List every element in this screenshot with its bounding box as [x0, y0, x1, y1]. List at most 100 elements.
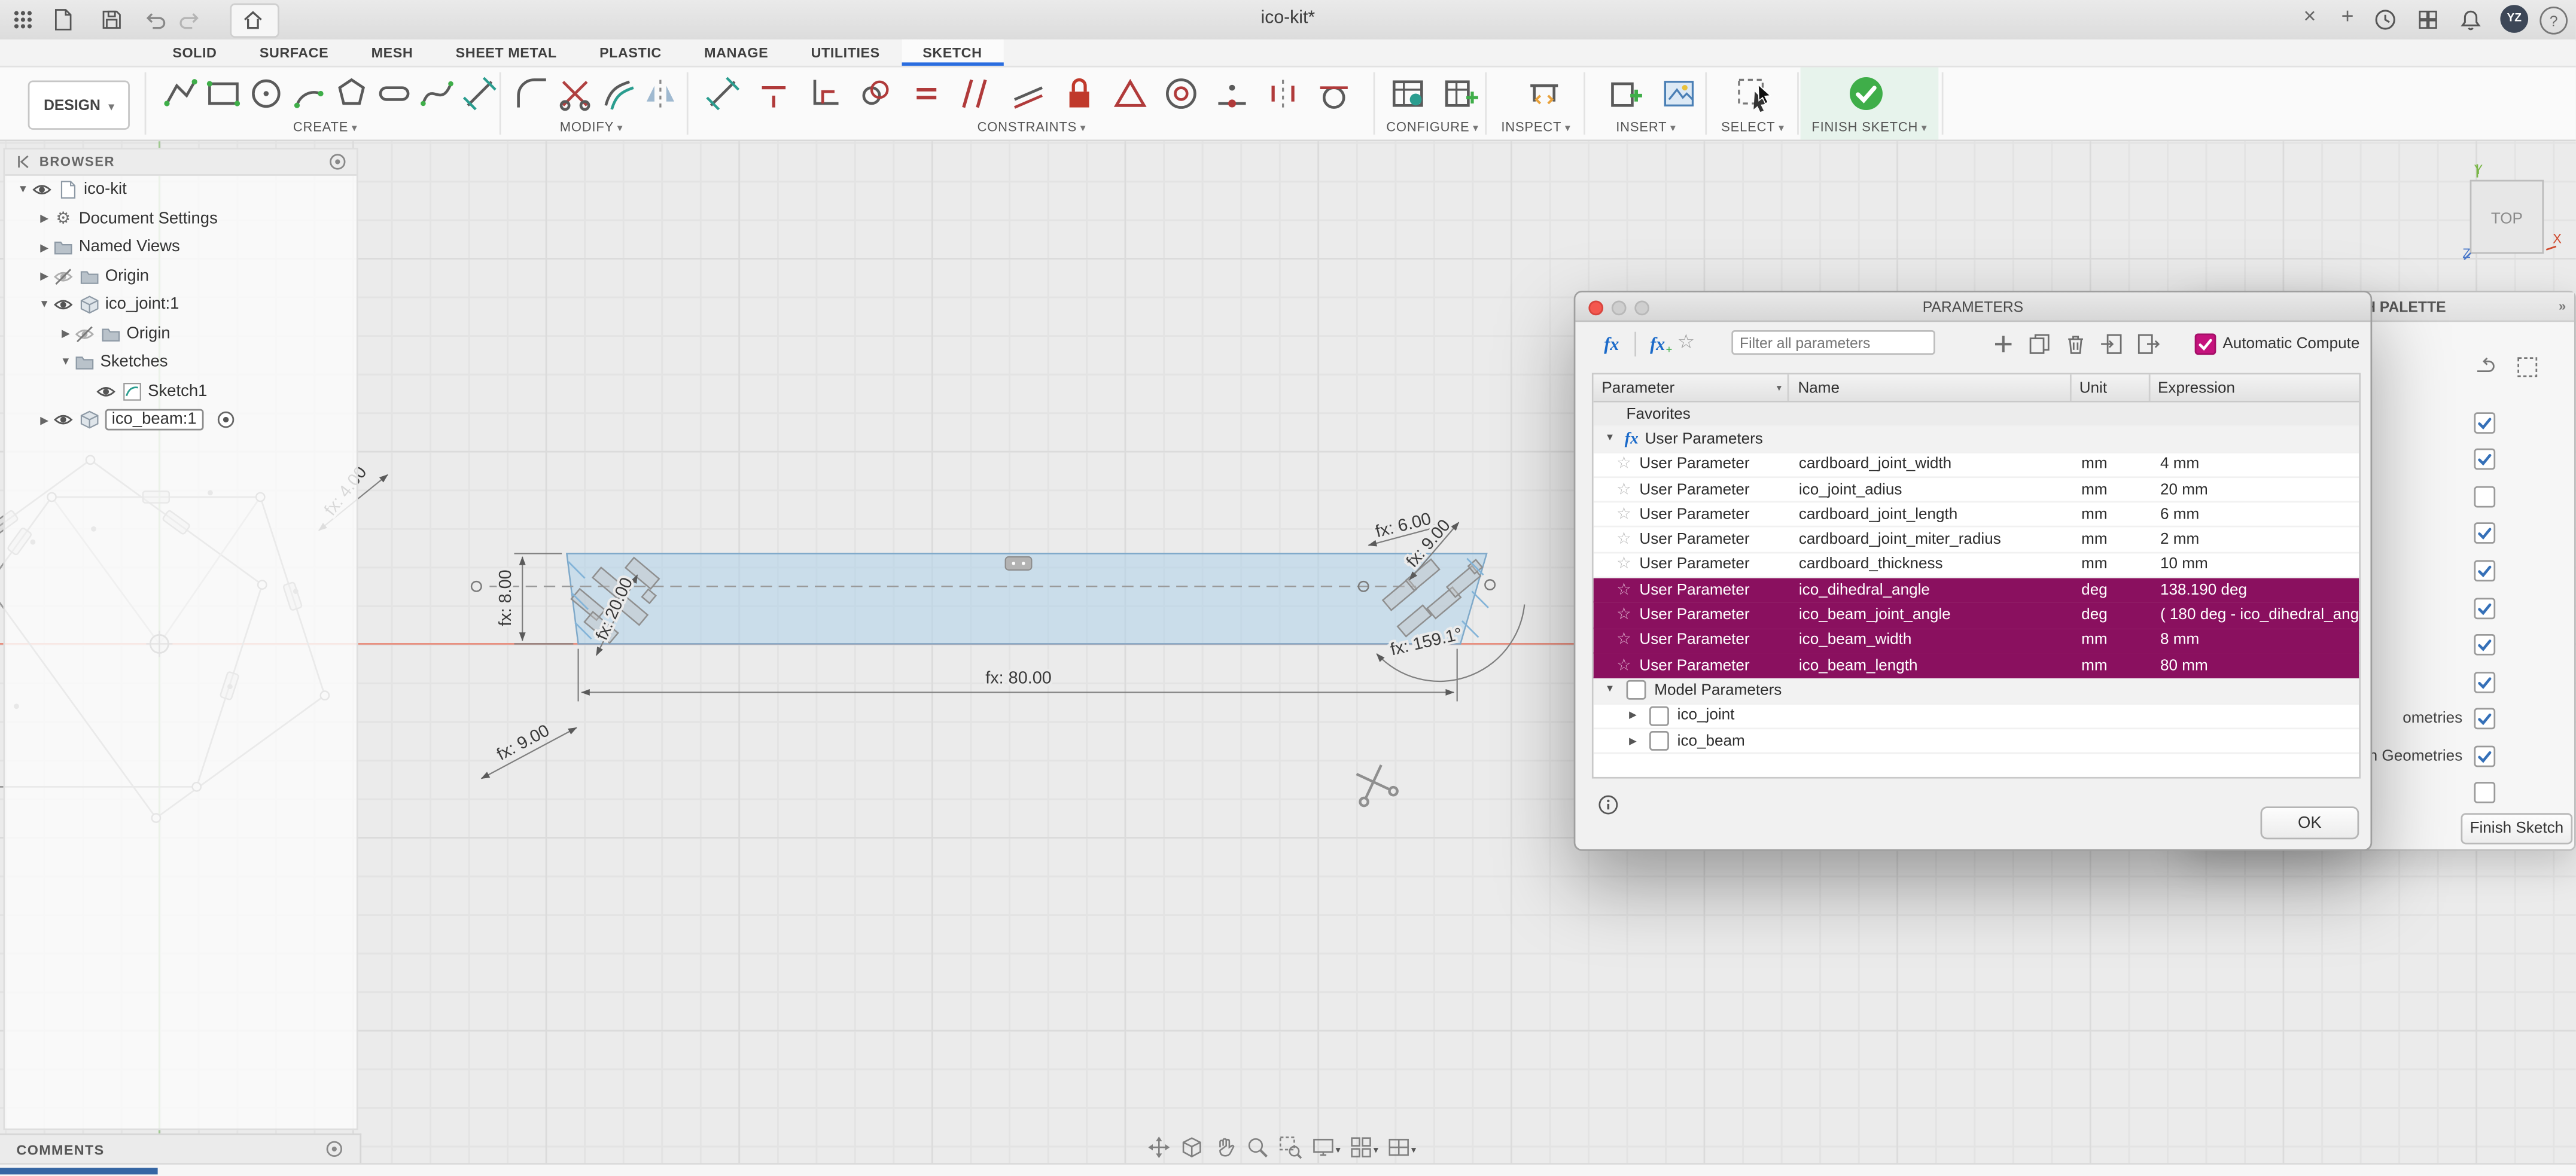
- pan-hand-icon[interactable]: [1213, 1134, 1237, 1159]
- tool-c_fix-icon[interactable]: [1110, 74, 1150, 114]
- filter-parameters-input[interactable]: [1731, 330, 1935, 355]
- favorite-star-icon[interactable]: ☆: [1616, 556, 1631, 574]
- param-expression-cell[interactable]: 8 mm: [2152, 629, 2359, 652]
- param-expression-cell[interactable]: 2 mm: [2152, 528, 2359, 552]
- constraint-flag-icon[interactable]: [1006, 557, 1032, 570]
- tab-utilities[interactable]: UTILITIES: [790, 39, 902, 66]
- column-header-parameter[interactable]: Parameter▾: [1594, 374, 1790, 401]
- close-window-icon[interactable]: [1588, 301, 1603, 316]
- param-row-cardboard-thickness[interactable]: ☆User Parametercardboard_thicknessmm10 m…: [1594, 553, 2359, 578]
- tool-rect-icon[interactable]: [204, 74, 243, 114]
- tool-conf1-icon[interactable]: [1388, 74, 1427, 114]
- browser-item-document-settings[interactable]: ▶⚙Document Settings: [5, 205, 357, 233]
- param-expression-cell[interactable]: 10 mm: [2152, 553, 2359, 577]
- expander-icon[interactable]: ▼: [1601, 686, 1618, 695]
- tab-manage[interactable]: MANAGE: [683, 39, 789, 66]
- browser-item-sketch1[interactable]: Sketch1: [5, 377, 357, 406]
- viewports-icon[interactable]: [1387, 1134, 1411, 1159]
- parameters-dialog[interactable]: PARAMETERS fx fx+ ☆ Automatic Compute Pa…: [1574, 291, 2373, 851]
- dock-panel-icon[interactable]: »: [2559, 299, 2566, 314]
- expander-icon[interactable]: ▶: [36, 270, 52, 283]
- ok-button[interactable]: OK: [2260, 806, 2359, 839]
- group-checkbox[interactable]: [1627, 681, 1646, 700]
- model-checkbox[interactable]: [1649, 706, 1669, 726]
- favorite-star-icon[interactable]: ☆: [1616, 581, 1631, 599]
- expander-icon[interactable]: ▶: [57, 327, 74, 340]
- browser-item-ico-kit[interactable]: ▼ico-kit: [5, 176, 357, 205]
- palette-checkbox[interactable]: [2474, 708, 2495, 730]
- tool-conf2-icon[interactable]: [1441, 74, 1480, 114]
- tool-c_sym-icon[interactable]: [1263, 74, 1303, 114]
- eyeoff-icon[interactable]: [74, 323, 96, 345]
- activate-component-radio[interactable]: [217, 411, 235, 429]
- tool-mirror-icon[interactable]: [641, 74, 680, 114]
- delete-parameter-icon[interactable]: [2063, 332, 2088, 357]
- param-row-ico-dihedral-angle[interactable]: ☆User Parameterico_dihedral_angledeg138.…: [1594, 578, 2359, 604]
- dimension-8[interactable]: fx: 8.00: [496, 569, 515, 626]
- param-expression-cell[interactable]: 20 mm: [2152, 478, 2359, 501]
- automatic-compute-checkbox[interactable]: [2195, 333, 2216, 355]
- tab-solid[interactable]: SOLID: [151, 39, 238, 66]
- param-section-favorites[interactable]: Favorites: [1594, 403, 2359, 428]
- model-row-ico-beam[interactable]: ▶ico_beam: [1594, 729, 2359, 754]
- column-header-name[interactable]: Name: [1790, 374, 2071, 401]
- pan-icon[interactable]: [1147, 1134, 1171, 1159]
- tool-slot-icon[interactable]: [374, 74, 414, 114]
- viewcube-face-label[interactable]: TOP: [2491, 209, 2523, 227]
- expander-icon[interactable]: ▶: [1625, 735, 1641, 747]
- import-parameters-icon[interactable]: [2099, 332, 2124, 357]
- param-row-ico-joint-adius[interactable]: ☆User Parameterico_joint_adiusmm20 mm: [1594, 478, 2359, 503]
- copy-parameter-icon[interactable]: [2027, 332, 2052, 357]
- toolbar-group-label-finish-sketch[interactable]: FINISH SKETCH: [1801, 120, 1939, 135]
- dimension-80[interactable]: fx: 80.00: [985, 668, 1052, 687]
- model-row-ico-joint[interactable]: ▶ico_joint: [1594, 704, 2359, 729]
- browser-item-sketches[interactable]: ▼Sketches: [5, 348, 357, 377]
- tool-c_colin-icon[interactable]: [1009, 74, 1048, 114]
- favorite-star-icon[interactable]: ☆: [1616, 455, 1631, 473]
- tool-c_perp-icon[interactable]: [805, 74, 845, 114]
- toolbar-group-label-modify[interactable]: MODIFY: [503, 120, 680, 135]
- tool-c_par-icon[interactable]: [958, 74, 997, 114]
- param-expression-cell[interactable]: 6 mm: [2152, 503, 2359, 526]
- param-row-ico-beam-length[interactable]: ☆User Parameterico_beam_lengthmm80 mm: [1594, 654, 2359, 679]
- zoom-icon[interactable]: [1245, 1134, 1269, 1159]
- expander-icon[interactable]: ▼: [15, 184, 31, 196]
- beam-end-point[interactable]: [1485, 580, 1494, 589]
- eye-icon[interactable]: [53, 294, 74, 316]
- column-header-expression[interactable]: Expression: [2149, 374, 2359, 401]
- favorite-star-icon[interactable]: ☆: [1616, 531, 1631, 549]
- tool-c_mid-icon[interactable]: [1213, 74, 1252, 114]
- palette-checkbox[interactable]: [2474, 412, 2495, 434]
- favorites-filter-icon[interactable]: ☆: [1677, 330, 1695, 353]
- linetype-icon[interactable]: [2474, 355, 2498, 379]
- param-row-ico-beam-width[interactable]: ☆User Parameterico_beam_widthmm8 mm: [1594, 629, 2359, 654]
- fx-parameter-icon[interactable]: fx: [1595, 330, 1628, 358]
- favorite-star-icon[interactable]: ☆: [1616, 606, 1631, 624]
- zoom-window-icon[interactable]: [1634, 301, 1649, 316]
- tool-spline-icon[interactable]: [417, 74, 456, 114]
- palette-checkbox[interactable]: [2474, 522, 2495, 544]
- favorite-star-icon[interactable]: ☆: [1616, 656, 1631, 674]
- param-row-ico-beam-joint-angle[interactable]: ☆User Parameterico_beam_joint_angledeg( …: [1594, 604, 2359, 629]
- favorite-star-icon[interactable]: ☆: [1616, 631, 1631, 649]
- tab-surface[interactable]: SURFACE: [238, 39, 350, 66]
- display-settings-icon[interactable]: [1311, 1134, 1335, 1159]
- tool-arc-icon[interactable]: [289, 74, 328, 114]
- model-checkbox[interactable]: [1649, 731, 1669, 751]
- expander-icon[interactable]: ▶: [36, 413, 52, 426]
- tool-finish-icon[interactable]: [1847, 74, 1886, 114]
- tool-sdim-icon[interactable]: [703, 74, 742, 114]
- favorite-star-icon[interactable]: ☆: [1616, 505, 1631, 523]
- workspace-selector[interactable]: DESIGN: [28, 81, 130, 130]
- grid-snap-icon[interactable]: [1349, 1134, 1374, 1159]
- column-header-unit[interactable]: Unit: [2071, 374, 2149, 401]
- tool-inspect-icon[interactable]: [1524, 74, 1564, 114]
- expander-icon[interactable]: ▶: [36, 241, 52, 254]
- tab-sheet-metal[interactable]: SHEET METAL: [434, 39, 578, 66]
- palette-checkbox[interactable]: [2474, 449, 2495, 470]
- eye-icon[interactable]: [95, 380, 117, 402]
- tool-c_lock-icon[interactable]: [1059, 74, 1099, 114]
- toolbar-group-label-insert[interactable]: INSERT: [1587, 120, 1706, 135]
- toolbar-group-label-inspect[interactable]: INSPECT: [1488, 120, 1584, 135]
- toolbar-group-label-constraints[interactable]: CONSTRAINTS: [690, 120, 1373, 135]
